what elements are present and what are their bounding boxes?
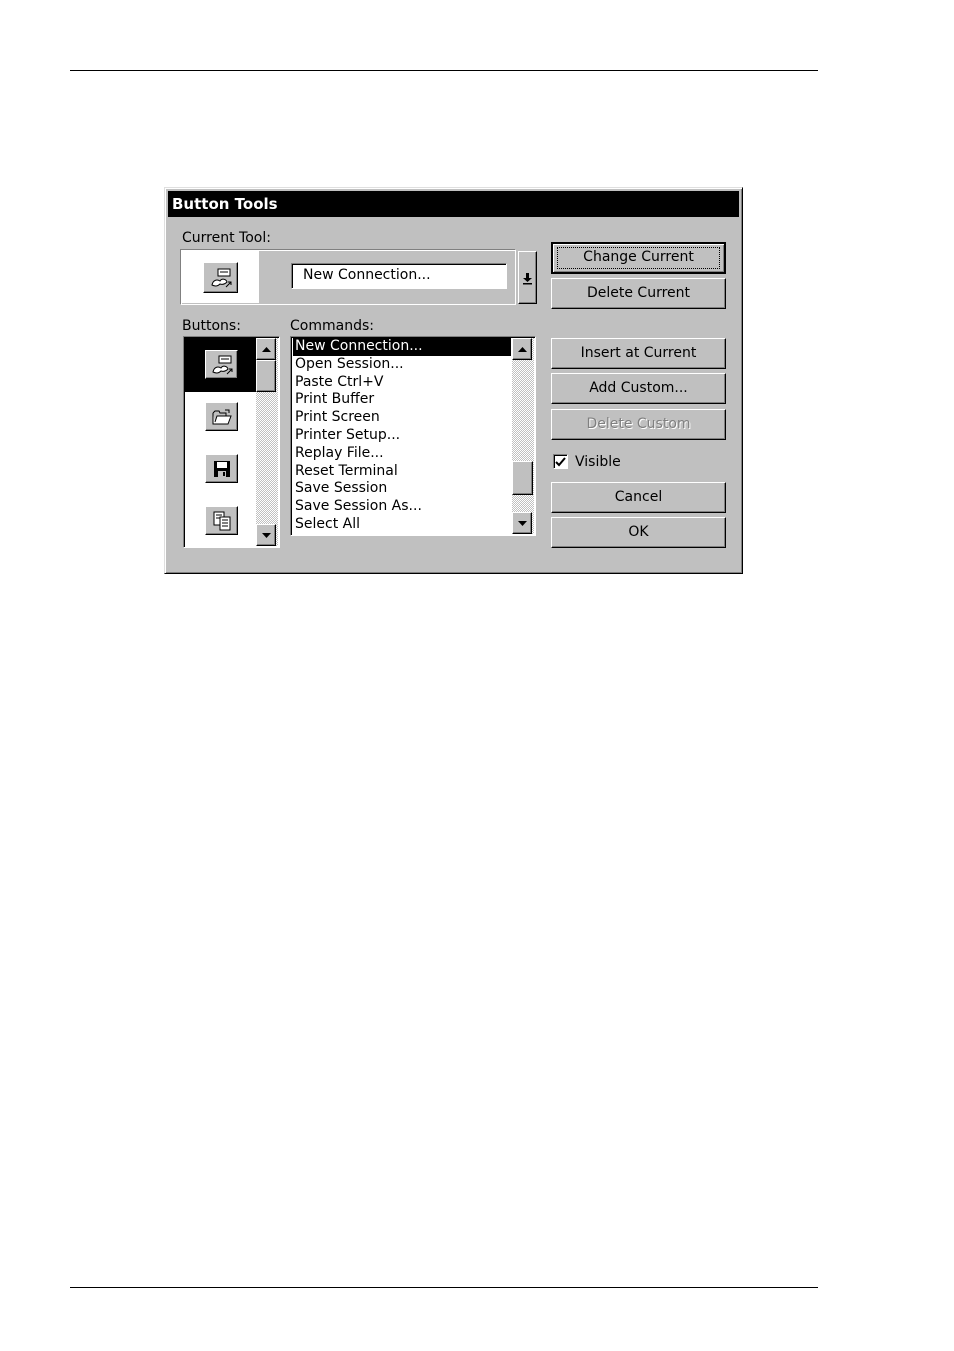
insert-at-current-button[interactable]: Insert at Current [551,338,726,369]
arrow-down-bar-icon [523,272,532,284]
current-tool-value: New Connection... [303,267,431,283]
commands-items: New Connection... Open Session... Paste … [293,338,511,534]
new-connection-icon [203,262,238,293]
command-item-open-session[interactable]: Open Session... [293,356,511,374]
arrow-up-icon [517,346,527,352]
commands-scrollbar-track[interactable] [512,338,534,534]
change-current-button[interactable]: Change Current [551,242,726,274]
visible-label[interactable]: Visible [575,454,621,470]
commands-scroll-thumb[interactable] [512,461,533,495]
command-item-paste[interactable]: Paste Ctrl+V [293,374,511,392]
buttons-label: Buttons: [182,318,241,334]
dialog-title: Button Tools [168,191,739,217]
visible-checkbox[interactable] [553,454,568,469]
delete-custom-label: Delete Custom [586,416,691,432]
checkmark-icon [555,456,566,466]
delete-current-label: Delete Current [586,285,691,301]
current-tool-field[interactable]: New Connection... [291,263,507,289]
commands-scroll-down-button[interactable] [512,512,532,534]
command-item-save-session[interactable]: Save Session [293,480,511,498]
delete-custom-button[interactable]: Delete Custom [551,409,726,440]
buttons-scroll-up-button[interactable] [256,338,276,360]
command-item-reset-terminal[interactable]: Reset Terminal [293,463,511,481]
arrow-down-icon [517,520,527,526]
page-top-rule [70,70,818,71]
buttons-scroll-down-button[interactable] [256,524,276,546]
current-tool-label: Current Tool: [182,230,271,246]
copy-pages-icon[interactable] [205,506,238,535]
current-tool-scroll-button[interactable] [518,251,537,304]
commands-label: Commands: [290,318,374,334]
arrow-down-icon [261,532,271,538]
command-item-print-buffer[interactable]: Print Buffer [293,391,511,409]
current-tool-icon-area [182,251,259,303]
ok-label: OK [628,524,649,540]
arrow-up-icon [261,346,271,352]
command-item-select-all[interactable]: Select All [293,516,511,534]
page-bottom-rule [70,1287,818,1288]
command-item-replay-file[interactable]: Replay File... [293,445,511,463]
buttons-scroll-thumb[interactable] [256,360,276,392]
command-item-save-session-as[interactable]: Save Session As... [293,498,511,516]
open-folder-icon[interactable] [205,402,238,431]
save-disk-icon[interactable] [205,454,238,483]
commands-scroll-up-button[interactable] [512,338,532,360]
ok-button[interactable]: OK [551,517,726,548]
cancel-label: Cancel [614,489,663,505]
add-custom-label: Add Custom... [589,380,688,396]
command-item-new-connection[interactable]: New Connection... [293,338,511,356]
add-custom-button[interactable]: Add Custom... [551,373,726,404]
cancel-button[interactable]: Cancel [551,482,726,513]
command-item-printer-setup[interactable]: Printer Setup... [293,427,511,445]
new-connection-icon[interactable] [205,350,238,379]
command-item-print-screen[interactable]: Print Screen [293,409,511,427]
insert-at-current-label: Insert at Current [580,345,697,361]
focus-rect [557,247,720,269]
delete-current-button[interactable]: Delete Current [551,278,726,309]
